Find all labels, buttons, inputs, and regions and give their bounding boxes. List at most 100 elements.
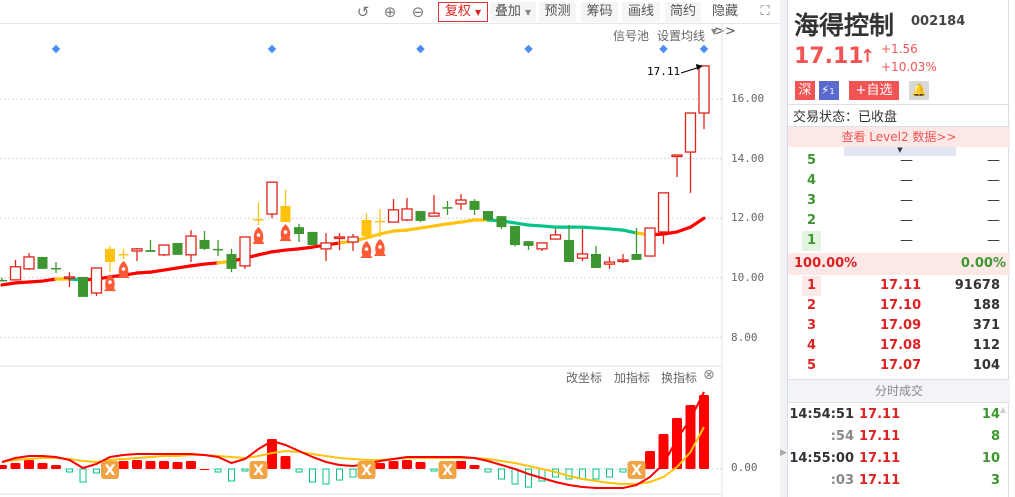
macd-bar — [214, 468, 222, 473]
candle-body — [239, 236, 251, 267]
signal-diamond-icon — [267, 44, 277, 54]
level-num: 4 — [807, 173, 817, 188]
level-num: 1 — [802, 231, 822, 251]
tick-volume: 8 — [990, 429, 1000, 444]
add-watchlist-button[interactable]: +自选 — [849, 81, 899, 100]
candle-body — [428, 212, 440, 217]
collapse-arrow-icon[interactable]: ▶ — [780, 448, 787, 458]
price-change: +1.56 — [881, 42, 918, 56]
change-axis-link[interactable]: 改坐标 — [566, 369, 602, 386]
macd-bar — [79, 468, 87, 483]
lower-y-tick: 0.00 — [731, 461, 758, 474]
level2-link[interactable]: 查看 Level2 数据>> — [788, 126, 1010, 147]
candle-body — [375, 220, 385, 223]
tick-time: :03 — [830, 473, 854, 488]
sell-row: 2 — — — [788, 211, 1010, 231]
candle-body — [455, 199, 467, 205]
bell-icon[interactable]: 🔔 — [909, 81, 929, 100]
ma-line-segment — [270, 248, 288, 254]
macd-bar — [132, 460, 142, 469]
macd-bar — [592, 468, 600, 480]
tick-row: :54 17.11 8 — [788, 427, 1010, 447]
candle-body — [185, 235, 197, 256]
ma-line-segment — [621, 228, 639, 235]
candle-body — [320, 242, 332, 250]
ma-line-segment — [378, 229, 396, 236]
macd-bar — [606, 468, 613, 478]
macd-bar — [51, 465, 61, 469]
candle-body — [51, 267, 61, 270]
sell-row: 5 — — — [788, 151, 1010, 171]
level-badge-num: 1 — [829, 87, 835, 96]
ma-line-segment — [405, 226, 423, 232]
divider — [788, 104, 1010, 105]
buy-row: 2 17.10 188 — [788, 296, 1010, 316]
candle-body — [158, 244, 170, 256]
level-num: 4 — [807, 338, 817, 353]
quote-panel: 海得控制 002184 17.11 ↑ +1.56 +10.03% 深 ⚡1 +… — [787, 0, 1010, 497]
cross-marker-glyph: X — [253, 463, 264, 479]
macd-bar — [66, 468, 73, 473]
macd-bar — [511, 468, 519, 485]
buy-row: 1 17.11 91678 — [788, 276, 1010, 296]
candle-body — [361, 219, 372, 237]
candle-body — [294, 227, 304, 234]
tick-price: 17.11 — [859, 451, 901, 466]
buy-volume: 371 — [972, 318, 1000, 333]
macd-bar — [430, 468, 438, 472]
sell-volume: — — [987, 213, 1000, 228]
macd-bar — [10, 463, 21, 469]
macd-bar — [498, 468, 505, 480]
stock-name: 海得控制 — [794, 11, 895, 40]
up-arrow-icon: ↑ — [860, 46, 876, 67]
macd-bar — [93, 468, 100, 474]
macd-bar — [159, 461, 169, 469]
level-num: 3 — [807, 318, 817, 333]
buy-row: 5 17.07 104 — [788, 356, 1010, 376]
ma-line-segment — [688, 216, 706, 229]
signal-diamond-icon — [51, 44, 61, 54]
tick-row: 14:54:51 17.11 14 — [788, 405, 1010, 425]
sell-ratio: 0.00% — [960, 256, 1006, 271]
candle-body — [617, 259, 629, 263]
level-num: 3 — [807, 193, 817, 208]
market-badge: 深 — [795, 81, 815, 100]
y-tick: 8.00 — [731, 331, 758, 344]
macd-bar — [388, 461, 399, 469]
signal-diamond-icon — [699, 44, 709, 54]
macd-bar — [322, 468, 330, 485]
candle-body — [415, 211, 426, 221]
macd-bar — [685, 405, 696, 469]
candle-body — [698, 65, 710, 114]
level-num: 5 — [807, 358, 817, 373]
ma-line-segment — [162, 266, 180, 272]
macd-bar — [349, 468, 357, 478]
rocket-window — [108, 280, 112, 284]
ma-line-segment — [13, 280, 31, 285]
ma-line-segment — [418, 224, 436, 230]
candle-body — [510, 225, 520, 246]
macd-bar — [172, 462, 183, 469]
ma-line-segment — [526, 223, 544, 228]
candle-body — [603, 261, 616, 265]
macd-bar — [295, 468, 303, 473]
level-num: 2 — [807, 298, 817, 313]
level-num: 5 — [807, 153, 817, 168]
candle-body — [172, 242, 183, 255]
sell-price: — — [900, 213, 913, 228]
candle-body — [9, 266, 22, 281]
ma-line-segment — [135, 270, 153, 275]
ma-line-segment — [675, 225, 693, 234]
close-icon[interactable]: ⊗ — [703, 367, 715, 383]
sell-price: — — [900, 153, 913, 168]
macd-bar — [118, 461, 129, 469]
candle-body — [536, 242, 548, 250]
ma-line-segment — [283, 247, 301, 252]
candle-body — [564, 239, 574, 263]
add-indicator-link[interactable]: 加指标 — [614, 369, 650, 386]
tick-row: :03 17.11 3 — [788, 471, 1010, 491]
macd-bar — [645, 451, 655, 469]
macd-bar — [228, 468, 235, 482]
rocket-window — [121, 267, 126, 271]
swap-indicator-link[interactable]: 换指标 — [661, 369, 697, 386]
